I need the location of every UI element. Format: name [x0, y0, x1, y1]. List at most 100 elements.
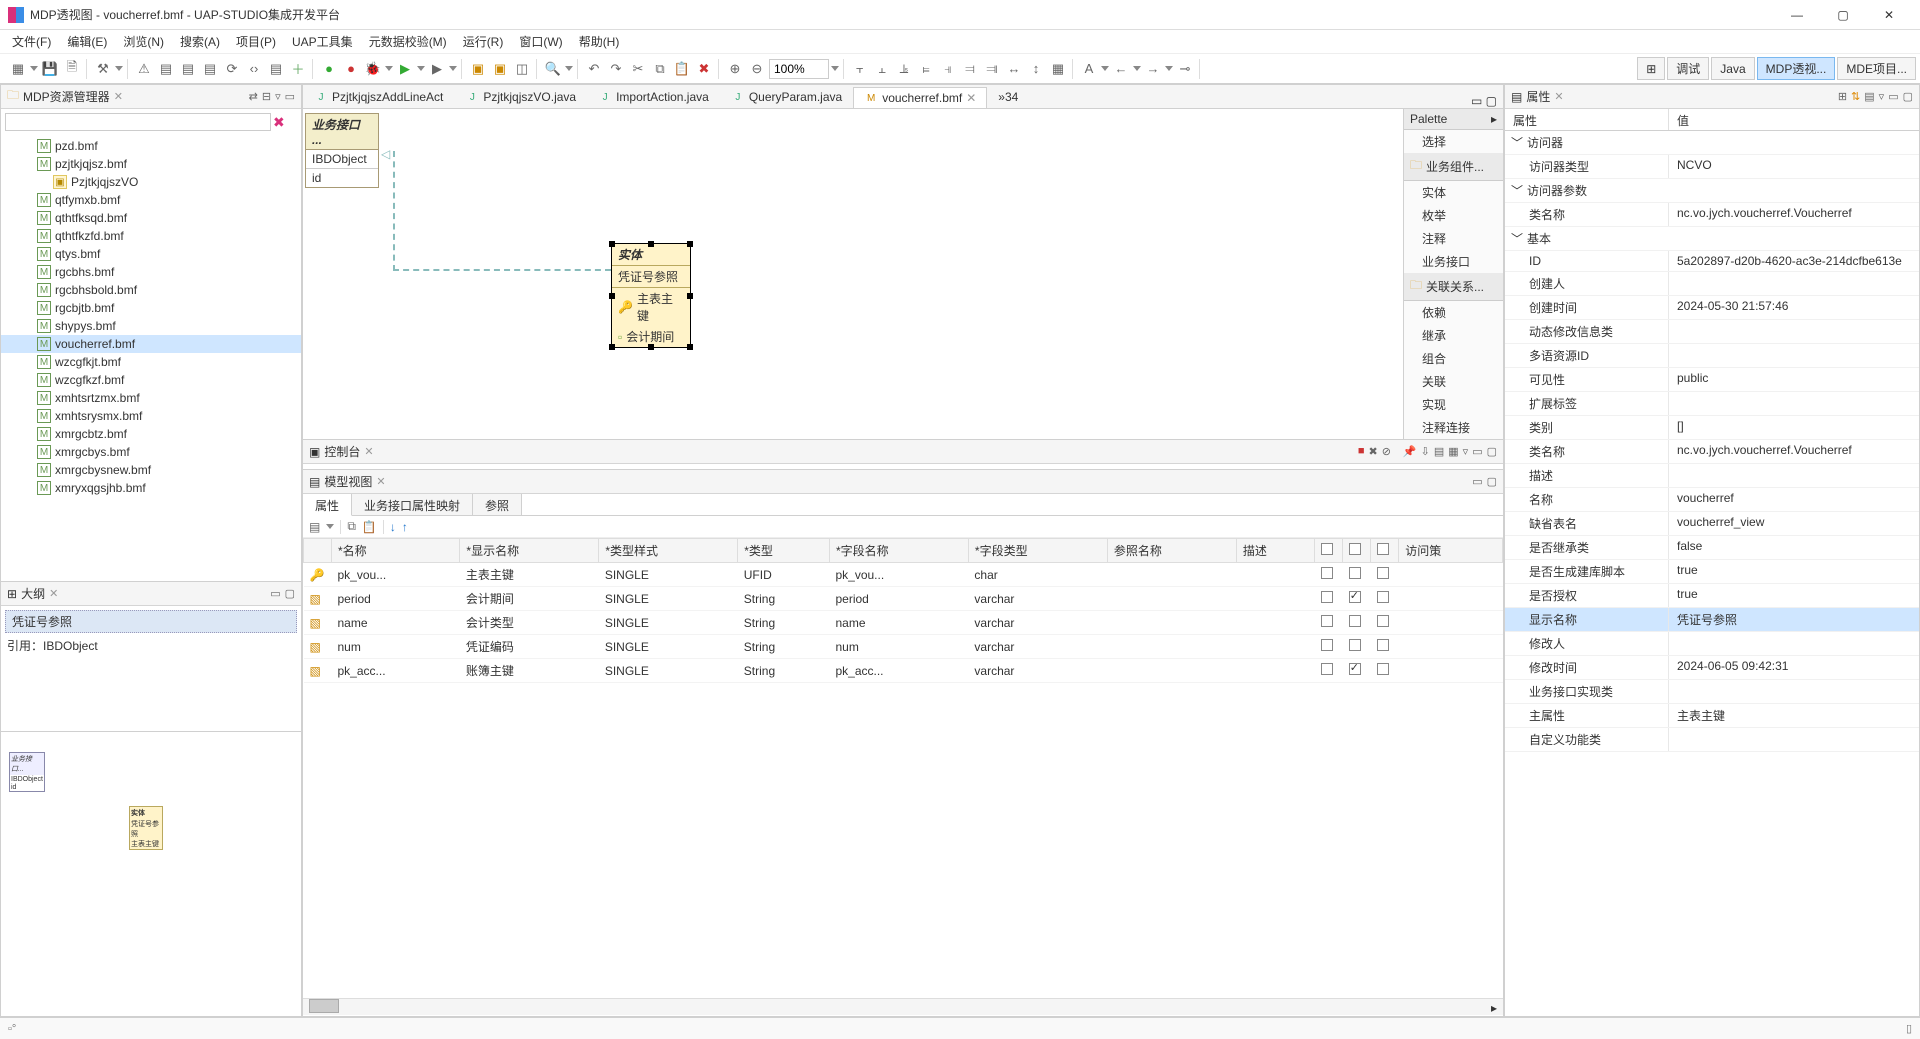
prop-value[interactable]: 2024-05-30 21:57:46	[1669, 296, 1919, 319]
checkbox[interactable]	[1321, 591, 1333, 603]
mv-new-icon[interactable]: ▤	[309, 520, 320, 534]
collapse-icon[interactable]: ⊟	[262, 90, 271, 103]
menu-8[interactable]: 窗口(W)	[511, 31, 570, 52]
palette-item-2-2[interactable]: 组合	[1404, 347, 1503, 370]
editor-tabs-overflow[interactable]: »34	[987, 86, 1029, 108]
tree-item-18[interactable]: Mxmrgcbysnew.bmf	[1, 461, 301, 479]
model-col[interactable]: 描述	[1236, 539, 1314, 563]
model-col[interactable]: *显示名称	[460, 539, 599, 563]
pkg2-icon[interactable]: ▣	[490, 59, 510, 79]
tree-item-0[interactable]: Mpzd.bmf	[1, 137, 301, 155]
tree-item-17[interactable]: Mxmrgcbys.bmf	[1, 443, 301, 461]
new-button[interactable]: ▦	[8, 59, 28, 79]
save-button[interactable]: 💾	[40, 59, 60, 79]
prop-value[interactable]: voucherref	[1669, 488, 1919, 511]
maximize-button[interactable]: ▢	[1820, 0, 1866, 30]
prop-row[interactable]: 多语资源ID	[1505, 344, 1919, 368]
menu-4[interactable]: 项目(P)	[228, 31, 284, 52]
properties-close-icon[interactable]: ✕	[1554, 90, 1563, 103]
doc3-icon[interactable]: ▤	[200, 59, 220, 79]
palette-item-0-0[interactable]: 选择	[1404, 130, 1503, 153]
add-icon[interactable]: ＋	[288, 59, 308, 79]
palette-item-2-4[interactable]: 实现	[1404, 393, 1503, 416]
prop-value[interactable]: nc.vo.jych.voucherref.Voucherref	[1669, 440, 1919, 463]
prop-sort-icon[interactable]: ⇅	[1851, 90, 1860, 103]
run-icon[interactable]: ▶	[395, 59, 415, 79]
prop-value[interactable]	[1669, 272, 1919, 295]
menu-icon[interactable]: ▿	[275, 90, 281, 103]
align4-icon[interactable]: ⫢	[916, 59, 936, 79]
clear-icon[interactable]: ✖	[273, 114, 285, 131]
palette-item-1-2[interactable]: 注释	[1404, 227, 1503, 250]
palette-group-2[interactable]: 🗀关联关系...	[1404, 273, 1503, 301]
prop-group-1[interactable]: ﹀ 访问器参数	[1505, 179, 1919, 203]
ann-icon[interactable]: A	[1079, 59, 1099, 79]
checkbox[interactable]	[1321, 639, 1333, 651]
open-perspective-button[interactable]: ⊞	[1637, 57, 1665, 80]
ext-run-icon[interactable]: ▶	[427, 59, 447, 79]
console-max-icon[interactable]: ▢	[1487, 445, 1497, 458]
prop-min-icon[interactable]: ▭	[1888, 90, 1898, 103]
prop-row[interactable]: 是否继承类false	[1505, 536, 1919, 560]
tree-item-16[interactable]: Mxmrgcbtz.bmf	[1, 425, 301, 443]
console-remove-icon[interactable]: ⊘	[1382, 445, 1391, 458]
tree-item-1[interactable]: Mpzjtkjqjsz.bmf	[1, 155, 301, 173]
debug-icon[interactable]: 🐞	[363, 59, 383, 79]
prop-row[interactable]: 动态修改信息类	[1505, 320, 1919, 344]
palette-item-2-1[interactable]: 继承	[1404, 324, 1503, 347]
prop-row[interactable]: 业务接口实现类	[1505, 680, 1919, 704]
model-col[interactable]: *名称	[332, 539, 460, 563]
prop-value[interactable]	[1669, 320, 1919, 343]
prop-row[interactable]: 主属性主表主键	[1505, 704, 1919, 728]
prop-value[interactable]: true	[1669, 560, 1919, 583]
menu-1[interactable]: 编辑(E)	[59, 31, 115, 52]
prop-value[interactable]	[1669, 392, 1919, 415]
editor-tab-2[interactable]: JImportAction.java	[587, 86, 720, 108]
checkbox[interactable]	[1321, 615, 1333, 627]
prop-row[interactable]: 扩展标签	[1505, 392, 1919, 416]
tree-item-7[interactable]: Mrgcbhs.bmf	[1, 263, 301, 281]
editor-max-icon[interactable]: ▢	[1486, 94, 1497, 108]
outline-max-icon[interactable]: ▢	[285, 587, 295, 600]
prop-value[interactable]: 5a202897-d20b-4620-ac3e-214dcfbe613e	[1669, 251, 1919, 271]
console-close-icon[interactable]: ✕	[364, 445, 373, 458]
prop-value[interactable]: 2024-06-05 09:42:31	[1669, 656, 1919, 679]
tree-item-14[interactable]: Mxmhtsrtzmx.bmf	[1, 389, 301, 407]
model-view-min-icon[interactable]: ▭	[1472, 475, 1482, 488]
align6-icon[interactable]: ⫤	[960, 59, 980, 79]
menu-5[interactable]: UAP工具集	[284, 31, 361, 52]
prop-value[interactable]	[1669, 464, 1919, 487]
console-pin-icon[interactable]: 📌	[1403, 445, 1417, 458]
model-view-close-icon[interactable]: ✕	[376, 475, 385, 488]
checkbox[interactable]	[1377, 663, 1389, 675]
prop-value[interactable]: nc.vo.jych.voucherref.Voucherref	[1669, 203, 1919, 226]
prop-menu-icon[interactable]: ▿	[1879, 90, 1885, 103]
console-scroll-icon[interactable]: ⇩	[1421, 445, 1430, 458]
redo-icon[interactable]: ↷	[606, 59, 626, 79]
subtab-2[interactable]: 参照	[473, 494, 522, 515]
model-view-max-icon[interactable]: ▢	[1487, 475, 1497, 488]
checkbox[interactable]	[1349, 639, 1361, 651]
table-row[interactable]: 🔑pk_vou...主表主键SINGLEUFIDpk_vou...char	[304, 563, 1503, 587]
checkbox[interactable]	[1377, 615, 1389, 627]
layout-icon[interactable]: ▦	[1048, 59, 1068, 79]
menu-3[interactable]: 搜索(A)	[172, 31, 228, 52]
prop-row[interactable]: 名称voucherref	[1505, 488, 1919, 512]
tree-item-8[interactable]: Mrgcbhsbold.bmf	[1, 281, 301, 299]
table-row[interactable]: ▧pk_acc...账簿主键SINGLEStringpk_acc...varch…	[304, 659, 1503, 683]
table-row[interactable]: ▧num凭证编码SINGLEStringnumvarchar	[304, 635, 1503, 659]
checkbox[interactable]	[1349, 591, 1361, 603]
tree-item-15[interactable]: Mxmhtsrysmx.bmf	[1, 407, 301, 425]
align5-icon[interactable]: ⫣	[938, 59, 958, 79]
delete-icon[interactable]: ✖	[694, 59, 714, 79]
prop-row[interactable]: 是否生成建库脚本true	[1505, 560, 1919, 584]
mv-paste-icon[interactable]: 📋	[362, 520, 377, 534]
prop-row[interactable]: 修改人	[1505, 632, 1919, 656]
doc4-icon[interactable]: ▤	[266, 59, 286, 79]
palette-item-2-3[interactable]: 关联	[1404, 370, 1503, 393]
explorer-close-icon[interactable]: ✕	[114, 90, 123, 103]
tree-item-4[interactable]: Mqthtfksqd.bmf	[1, 209, 301, 227]
pkg-icon[interactable]: ▣	[468, 59, 488, 79]
prop-row[interactable]: 创建人	[1505, 272, 1919, 296]
prop-row[interactable]: ID5a202897-d20b-4620-ac3e-214dcfbe613e	[1505, 251, 1919, 272]
